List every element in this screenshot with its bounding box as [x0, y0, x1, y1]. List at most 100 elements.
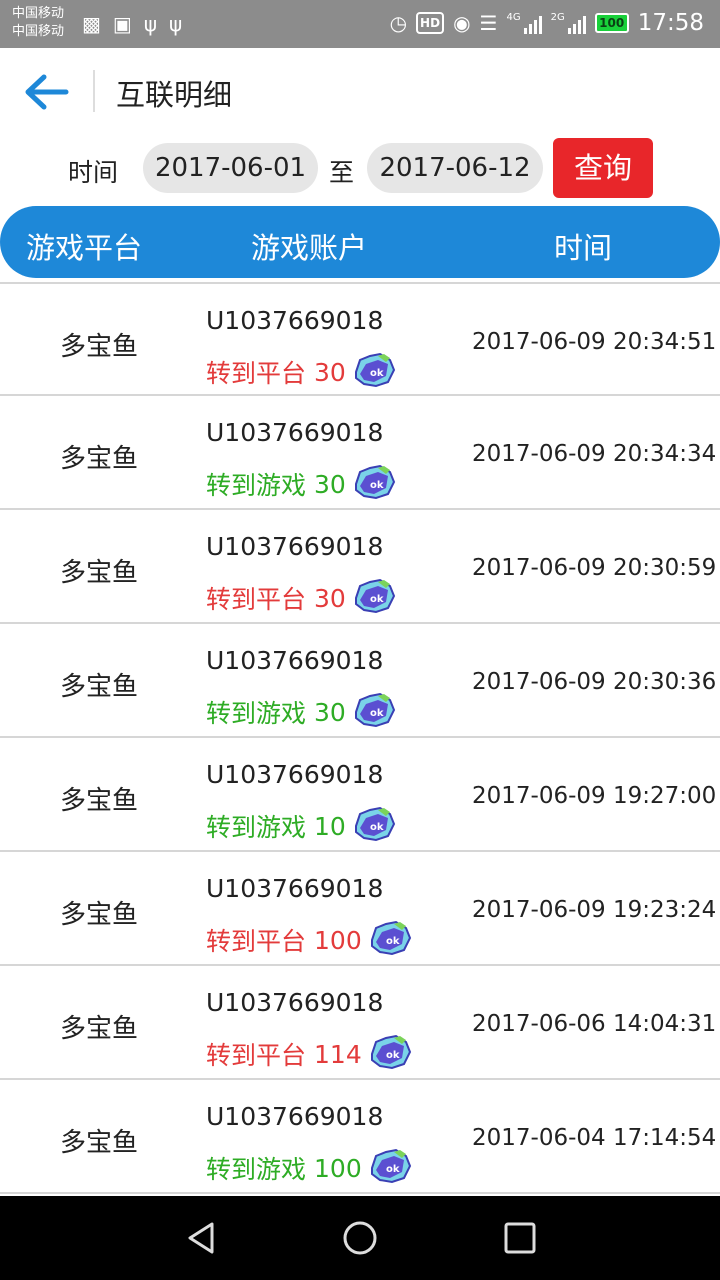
query-button[interactable]: 查询 — [553, 138, 653, 198]
end-date-field[interactable]: 2017-06-12 — [367, 143, 543, 193]
row-account: U1037669018 — [206, 646, 384, 675]
battery-icon: 100 — [594, 13, 629, 33]
status-bar: 中国移动 中国移动 ▩ ▣ ψ ψ ◷ HD ◉ ☰ 4G 2G 100 17:… — [0, 0, 720, 48]
row-action: 转到平台 — [206, 585, 307, 614]
row-time: 2017-06-06 14:04:31 — [472, 1011, 717, 1037]
row-amount: 30 — [314, 469, 346, 499]
row-action: 转到游戏 — [206, 699, 307, 728]
row-time: 2017-06-09 20:34:34 — [472, 441, 717, 467]
svg-text:ok: ok — [370, 708, 384, 719]
signal-icon: 4G — [506, 12, 542, 34]
coin-icon: ok — [370, 1034, 411, 1070]
row-platform: 多宝鱼 — [60, 444, 139, 474]
list-item[interactable]: 多宝鱼 U1037669018 转到平台 100 ok 2017-06-09 1… — [0, 852, 720, 966]
svg-text:ok: ok — [370, 822, 384, 833]
row-action: 转到游戏 — [206, 471, 307, 500]
row-platform: 多宝鱼 — [60, 786, 139, 816]
row-action: 转到平台 — [206, 927, 307, 956]
row-amount: 100 — [314, 1153, 362, 1183]
row-transfer: 转到平台 30 ok — [206, 352, 396, 390]
row-amount: 10 — [314, 811, 346, 841]
usb-icon: ψ — [143, 12, 158, 36]
time-label: 时间 — [68, 158, 119, 187]
list-item[interactable]: 多宝鱼 U1037669018 转到游戏 30 ok 2017-06-09 20… — [0, 396, 720, 510]
row-transfer: 转到游戏 10 ok — [206, 806, 396, 844]
table-header: 游戏平台 游戏账户 时间 — [0, 206, 720, 278]
row-platform: 多宝鱼 — [60, 332, 139, 362]
signal-1-label: 4G — [506, 12, 521, 23]
coin-icon: ok — [370, 920, 411, 956]
nav-home-icon[interactable] — [340, 1218, 380, 1258]
svg-text:ok: ok — [386, 936, 400, 947]
row-account: U1037669018 — [206, 532, 384, 561]
signal-2-label: 2G — [550, 12, 565, 23]
coin-icon: ok — [354, 806, 395, 842]
row-time: 2017-06-09 20:30:36 — [472, 669, 717, 695]
row-action: 转到游戏 — [206, 813, 307, 842]
header-time: 时间 — [554, 231, 613, 265]
back-button[interactable] — [20, 68, 72, 116]
row-amount: 30 — [314, 583, 346, 613]
row-account: U1037669018 — [206, 760, 384, 789]
list-item[interactable]: 多宝鱼 U1037669018 转到平台 30 ok 2017-06-09 20… — [0, 510, 720, 624]
row-transfer: 转到游戏 30 ok — [206, 464, 396, 502]
list-item[interactable]: 多宝鱼 U1037669018 转到游戏 10 ok 2017-06-09 19… — [0, 738, 720, 852]
nav-recent-icon[interactable] — [500, 1218, 540, 1258]
eye-icon: ◉ — [453, 11, 471, 35]
row-action: 转到游戏 — [206, 1155, 307, 1184]
coin-icon: ok — [370, 1148, 411, 1184]
row-platform: 多宝鱼 — [60, 1014, 139, 1044]
row-time: 2017-06-09 19:27:00 — [472, 783, 717, 809]
row-platform: 多宝鱼 — [60, 558, 139, 588]
svg-text:ok: ok — [370, 594, 384, 605]
row-amount: 114 — [314, 1039, 362, 1069]
row-amount: 30 — [314, 697, 346, 727]
row-time: 2017-06-09 19:23:24 — [472, 897, 717, 923]
list-item[interactable]: 多宝鱼 U1037669018 转到游戏 30 ok 2017-06-09 20… — [0, 624, 720, 738]
row-transfer: 转到游戏 30 ok — [206, 692, 396, 730]
row-action: 转到平台 — [206, 1041, 307, 1070]
alarm-icon: ◷ — [389, 11, 408, 35]
navigation-bar — [0, 1196, 720, 1280]
image-icon: ▩ — [82, 12, 101, 36]
row-amount: 30 — [314, 357, 346, 387]
row-platform: 多宝鱼 — [60, 1128, 139, 1158]
row-time: 2017-06-04 17:14:54 — [472, 1125, 717, 1151]
row-account: U1037669018 — [206, 874, 384, 903]
svg-text:ok: ok — [386, 1164, 400, 1175]
row-amount: 100 — [314, 925, 362, 955]
row-transfer: 转到平台 114 ok — [206, 1034, 412, 1072]
row-platform: 多宝鱼 — [60, 900, 139, 930]
start-date-field[interactable]: 2017-06-01 — [143, 143, 318, 193]
svg-text:ok: ok — [370, 368, 384, 379]
row-account: U1037669018 — [206, 306, 384, 335]
list-item[interactable]: 多宝鱼 U1037669018 转到平台 114 ok 2017-06-06 1… — [0, 966, 720, 1080]
row-time: 2017-06-09 20:34:51 — [472, 329, 717, 355]
row-transfer: 转到平台 100 ok — [206, 920, 412, 958]
header-platform: 游戏平台 — [26, 231, 143, 265]
page-title: 互联明细 — [116, 78, 233, 112]
coin-icon: ok — [354, 578, 395, 614]
svg-text:ok: ok — [386, 1050, 400, 1061]
signal-icon: 2G — [551, 12, 586, 34]
title-divider — [93, 70, 95, 112]
nav-back-icon[interactable] — [182, 1218, 222, 1258]
list-item[interactable]: 多宝鱼 U1037669018 转到平台 30 ok 2017-06-09 20… — [0, 282, 720, 396]
coin-icon: ok — [354, 352, 395, 388]
row-transfer: 转到游戏 100 ok — [206, 1148, 412, 1186]
list-item[interactable]: 多宝鱼 U1037669018 转到游戏 100 ok 2017-06-04 1… — [0, 1080, 720, 1194]
row-transfer: 转到平台 30 ok — [206, 578, 396, 616]
app-bar: 互联明细 — [0, 48, 720, 136]
arrow-left-icon — [25, 74, 69, 110]
to-label: 至 — [329, 158, 355, 187]
coin-icon: ok — [354, 692, 395, 728]
row-platform: 多宝鱼 — [60, 672, 139, 702]
date-filter: 时间 2017-06-01 至 2017-06-12 查询 — [0, 136, 720, 204]
notification-icons: ▩ ▣ ψ ψ — [82, 12, 182, 36]
carrier-labels: 中国移动 中国移动 — [12, 5, 64, 41]
system-icons: ◷ HD ◉ ☰ 4G 2G 100 17:58 — [390, 10, 704, 36]
transfer-list: 多宝鱼 U1037669018 转到平台 30 ok 2017-06-09 20… — [0, 282, 720, 1194]
row-account: U1037669018 — [206, 1102, 384, 1131]
wifi-icon: ☰ — [479, 11, 498, 35]
row-account: U1037669018 — [206, 418, 384, 447]
